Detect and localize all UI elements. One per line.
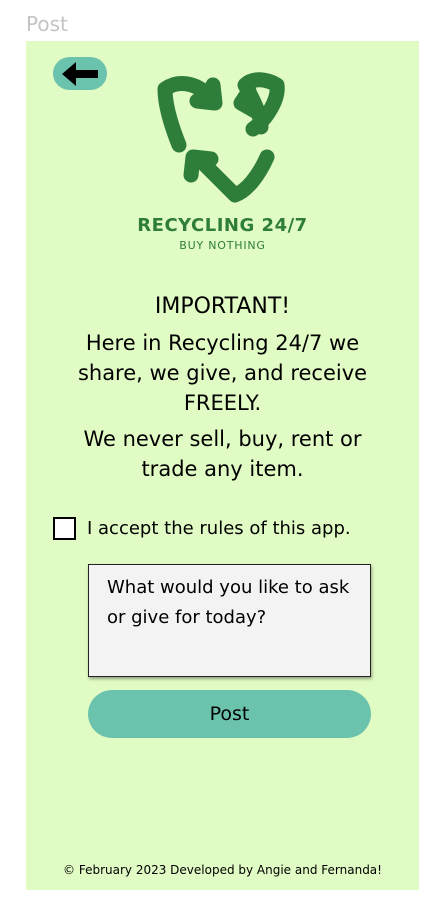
rules-title: IMPORTANT! bbox=[154, 294, 291, 319]
post-screen: RECYCLING 24/7 BUY NOTHING IMPORTANT! He… bbox=[26, 41, 419, 890]
accept-rules-row: I accept the rules of this app. bbox=[53, 517, 351, 540]
brand-tagline: BUY NOTHING bbox=[179, 239, 266, 252]
post-message-input[interactable] bbox=[88, 564, 371, 677]
arrow-left-icon bbox=[60, 61, 100, 87]
rules-text-never-sell: We never sell, buy, rent or trade any it… bbox=[83, 427, 362, 481]
brand-name: RECYCLING 24/7 bbox=[137, 215, 308, 236]
back-button[interactable] bbox=[53, 57, 107, 90]
footer-credits: © February 2023 Developed by Angie and F… bbox=[63, 863, 382, 877]
post-button[interactable]: Post bbox=[88, 690, 371, 738]
accept-rules-checkbox[interactable] bbox=[53, 517, 76, 540]
recycle-icon bbox=[149, 71, 299, 211]
accept-rules-label: I accept the rules of this app. bbox=[87, 518, 351, 539]
rules-text-share: Here in Recycling 24/7 we share, we give… bbox=[77, 331, 368, 415]
frame-label: Post bbox=[26, 12, 68, 36]
